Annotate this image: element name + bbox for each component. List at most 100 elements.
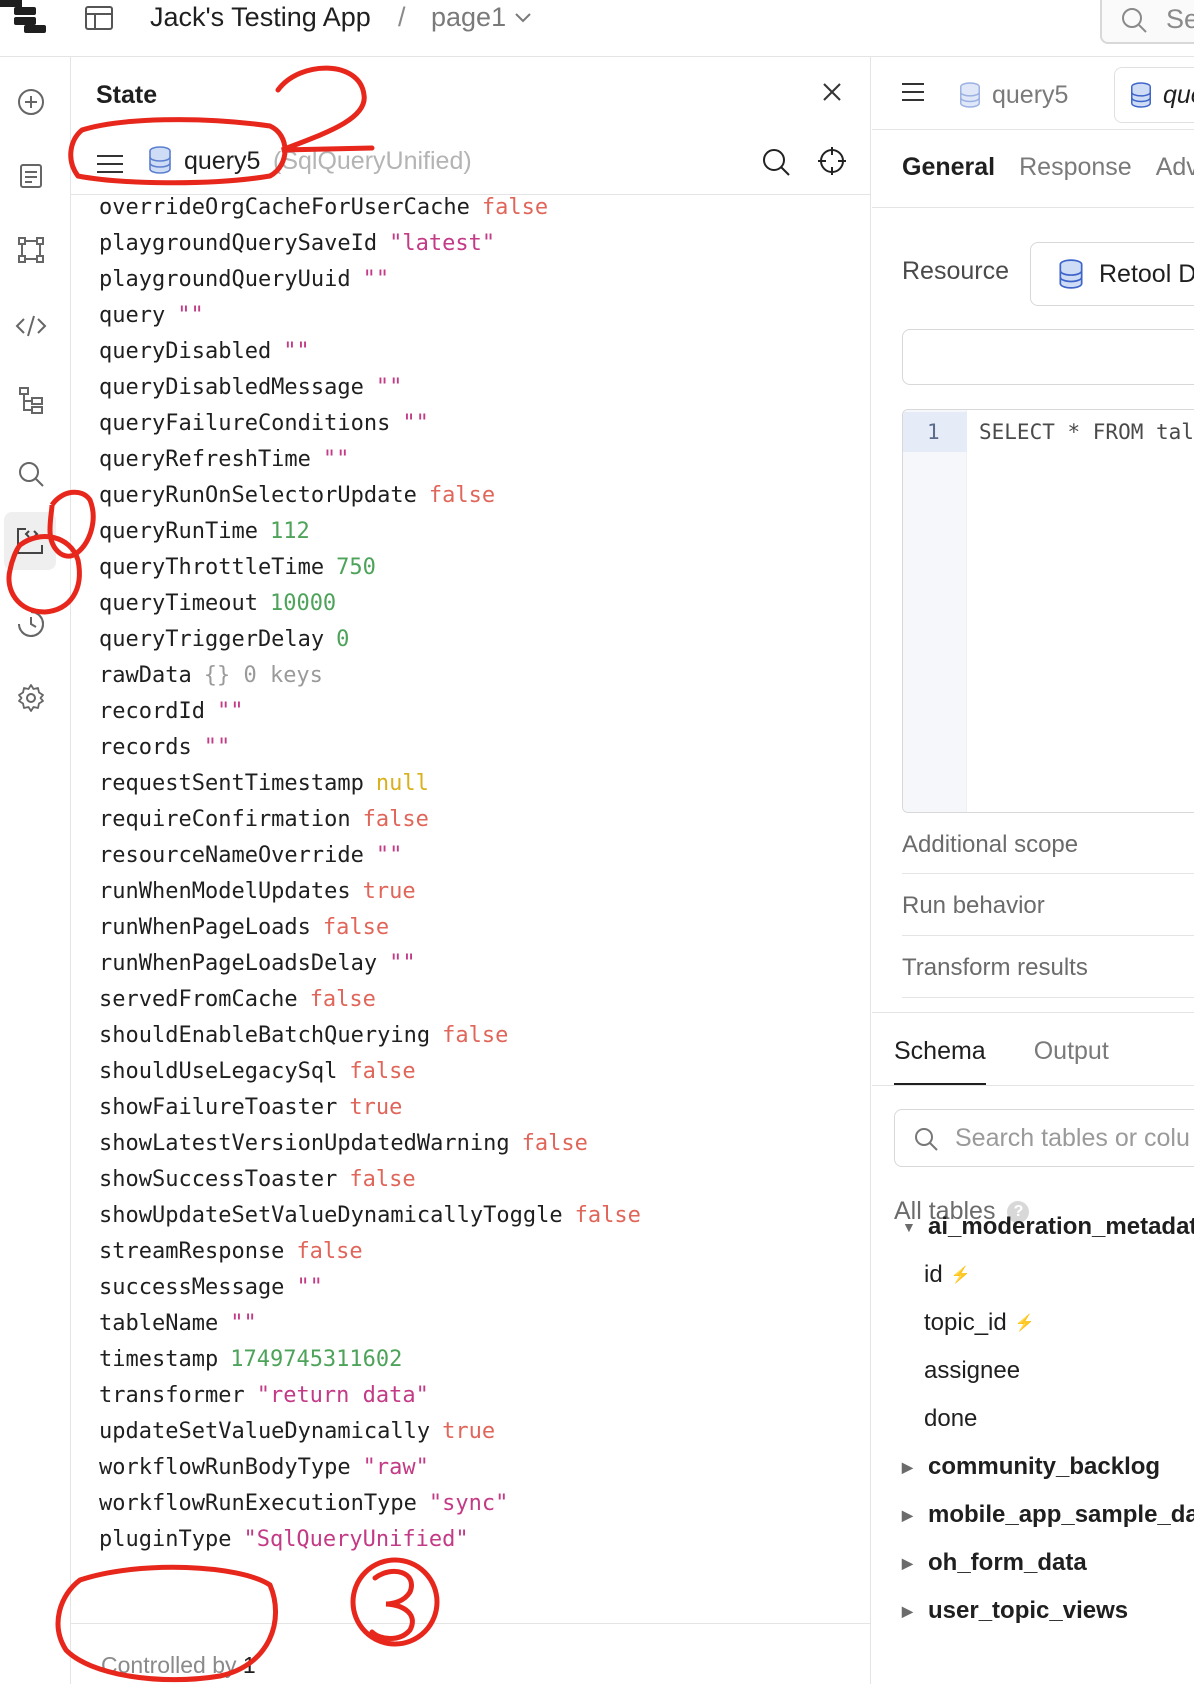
state-property-row[interactable]: query "" bbox=[99, 298, 859, 334]
query-mode-input[interactable] bbox=[902, 329, 1194, 385]
state-inspector-icon[interactable] bbox=[4, 512, 56, 570]
state-property-row[interactable]: shouldUseLegacySql false bbox=[99, 1054, 859, 1090]
search-icon[interactable] bbox=[761, 147, 791, 182]
state-property-row[interactable]: recordId "" bbox=[99, 694, 859, 730]
state-property-row[interactable]: requestSentTimestamp null bbox=[99, 766, 859, 802]
state-property-row[interactable]: queryDisabled "" bbox=[99, 334, 859, 370]
state-property-row[interactable]: runWhenPageLoads false bbox=[99, 910, 859, 946]
state-property-row[interactable]: queryTriggerDelay 0 bbox=[99, 622, 859, 658]
state-property-row[interactable]: resourceNameOverride "" bbox=[99, 838, 859, 874]
caret-right-icon[interactable]: ▶ bbox=[902, 1459, 918, 1476]
tab-schema[interactable]: Schema bbox=[894, 1037, 986, 1066]
state-property-row[interactable]: queryThrottleTime 750 bbox=[99, 550, 859, 586]
property-value: "" bbox=[322, 447, 350, 472]
state-property-row[interactable]: queryDisabledMessage "" bbox=[99, 370, 859, 406]
section-additional-scope[interactable]: Additional scope bbox=[902, 831, 1078, 859]
sql-code[interactable]: SELECT * FROM tal bbox=[979, 420, 1194, 444]
caret-right-icon[interactable]: ▶ bbox=[902, 1507, 918, 1524]
table-item[interactable]: ▶ oh_form_data bbox=[902, 1549, 1087, 1577]
add-component-icon[interactable] bbox=[8, 79, 54, 125]
column-item[interactable]: assignee bbox=[924, 1357, 1020, 1385]
property-key: requireConfirmation bbox=[99, 807, 351, 832]
query-tab-active[interactable]: que bbox=[1114, 67, 1194, 123]
divider bbox=[71, 1623, 871, 1624]
state-property-row[interactable]: requireConfirmation false bbox=[99, 802, 859, 838]
panel-title: State bbox=[96, 81, 158, 109]
state-property-row[interactable]: showFailureToaster true bbox=[99, 1090, 859, 1126]
caret-down-icon[interactable]: ▼ bbox=[902, 1219, 918, 1235]
tab-advanced[interactable]: Adv bbox=[1156, 153, 1194, 182]
tab-general[interactable]: General bbox=[902, 153, 995, 182]
sql-editor[interactable]: 1 SELECT * FROM tal bbox=[902, 409, 1194, 813]
property-key: pluginType bbox=[99, 1527, 232, 1552]
hierarchy-icon[interactable] bbox=[8, 377, 54, 423]
property-key: workflowRunBodyType bbox=[99, 1455, 351, 1480]
section-run-behavior[interactable]: Run behavior bbox=[902, 892, 1045, 920]
global-search-input[interactable]: Se bbox=[1100, 0, 1194, 44]
state-property-row[interactable]: queryTimeout 10000 bbox=[99, 586, 859, 622]
table-name: oh_form_data bbox=[928, 1549, 1087, 1576]
chevron-down-icon[interactable] bbox=[512, 6, 534, 28]
page-selector[interactable]: page1 bbox=[431, 2, 506, 33]
code-icon[interactable] bbox=[8, 303, 54, 349]
state-property-row[interactable]: showUpdateSetValueDynamicallyToggle false bbox=[99, 1198, 859, 1234]
state-property-row[interactable]: showLatestVersionUpdatedWarning false bbox=[99, 1126, 859, 1162]
state-property-row[interactable]: runWhenPageLoadsDelay "" bbox=[99, 946, 859, 982]
state-property-row[interactable]: rawData {} 0 keys bbox=[99, 658, 859, 694]
state-property-row[interactable]: playgroundQuerySaveId "latest" bbox=[99, 226, 859, 262]
property-value: "" bbox=[402, 411, 429, 436]
state-property-row[interactable]: pluginType "SqlQueryUnified" bbox=[99, 1522, 859, 1558]
layout-icon[interactable] bbox=[84, 5, 114, 31]
close-icon[interactable] bbox=[819, 79, 845, 105]
column-item[interactable]: done bbox=[924, 1405, 977, 1433]
app-title[interactable]: Jack's Testing App bbox=[150, 2, 371, 33]
resource-select[interactable]: Retool D bbox=[1030, 242, 1194, 306]
property-key: queryTimeout bbox=[99, 591, 258, 616]
table-item[interactable]: ▶ mobile_app_sample_da bbox=[902, 1501, 1194, 1529]
query-tab[interactable]: query5 bbox=[958, 73, 1068, 117]
hamburger-menu-icon[interactable] bbox=[93, 149, 127, 179]
state-property-row[interactable]: timestamp 1749745311602 bbox=[99, 1342, 859, 1378]
property-key: resourceNameOverride bbox=[99, 843, 364, 868]
property-key: query bbox=[99, 303, 166, 328]
state-property-row[interactable]: queryRunTime 112 bbox=[99, 514, 859, 550]
component-tree-icon[interactable] bbox=[8, 227, 54, 273]
caret-right-icon[interactable]: ▶ bbox=[902, 1603, 918, 1620]
state-property-row[interactable]: overrideOrgCacheForUserCache false bbox=[99, 190, 859, 226]
table-search-input[interactable]: Search tables or colu bbox=[894, 1109, 1194, 1167]
state-property-row[interactable]: queryRefreshTime "" bbox=[99, 442, 859, 478]
table-item[interactable]: ▶ community_backlog bbox=[902, 1453, 1160, 1481]
state-property-row[interactable]: updateSetValueDynamically true bbox=[99, 1414, 859, 1450]
section-transform-results[interactable]: Transform results bbox=[902, 954, 1088, 982]
state-property-row[interactable]: transformer "return data" bbox=[99, 1378, 859, 1414]
table-item[interactable]: ▶ user_topic_views bbox=[902, 1597, 1128, 1625]
tab-response[interactable]: Response bbox=[1019, 153, 1132, 182]
state-property-row[interactable]: queryFailureConditions "" bbox=[99, 406, 859, 442]
state-property-row[interactable]: streamResponse false bbox=[99, 1234, 859, 1270]
gear-icon[interactable] bbox=[8, 675, 54, 721]
column-item[interactable]: topic_id ⚡ bbox=[924, 1309, 1035, 1337]
state-property-row[interactable]: playgroundQueryUuid "" bbox=[99, 262, 859, 298]
state-property-row[interactable]: records "" bbox=[99, 730, 859, 766]
crosshair-icon[interactable] bbox=[816, 145, 848, 182]
state-property-row[interactable]: servedFromCache false bbox=[99, 982, 859, 1018]
search-icon[interactable] bbox=[8, 451, 54, 497]
state-property-row[interactable]: workflowRunExecutionType "sync" bbox=[99, 1486, 859, 1522]
column-item[interactable]: id ⚡ bbox=[924, 1261, 971, 1289]
selected-query-name[interactable]: query5 bbox=[184, 147, 260, 176]
state-property-row[interactable]: shouldEnableBatchQuerying false bbox=[99, 1018, 859, 1054]
state-property-row[interactable]: successMessage "" bbox=[99, 1270, 859, 1306]
resource-label: Resource bbox=[902, 257, 1009, 285]
tab-output[interactable]: Output bbox=[1034, 1037, 1109, 1066]
state-property-row[interactable]: workflowRunBodyType "raw" bbox=[99, 1450, 859, 1486]
retool-logo-icon[interactable] bbox=[0, 0, 50, 36]
state-property-row[interactable]: tableName "" bbox=[99, 1306, 859, 1342]
history-icon[interactable] bbox=[8, 601, 54, 647]
table-item[interactable]: ▼ ai_moderation_metadat bbox=[902, 1213, 1194, 1241]
state-property-row[interactable]: runWhenModelUpdates true bbox=[99, 874, 859, 910]
state-property-row[interactable]: queryRunOnSelectorUpdate false bbox=[99, 478, 859, 514]
pages-icon[interactable] bbox=[8, 153, 54, 199]
hamburger-menu-icon[interactable] bbox=[900, 81, 926, 108]
caret-right-icon[interactable]: ▶ bbox=[902, 1555, 918, 1572]
state-property-row[interactable]: showSuccessToaster false bbox=[99, 1162, 859, 1198]
